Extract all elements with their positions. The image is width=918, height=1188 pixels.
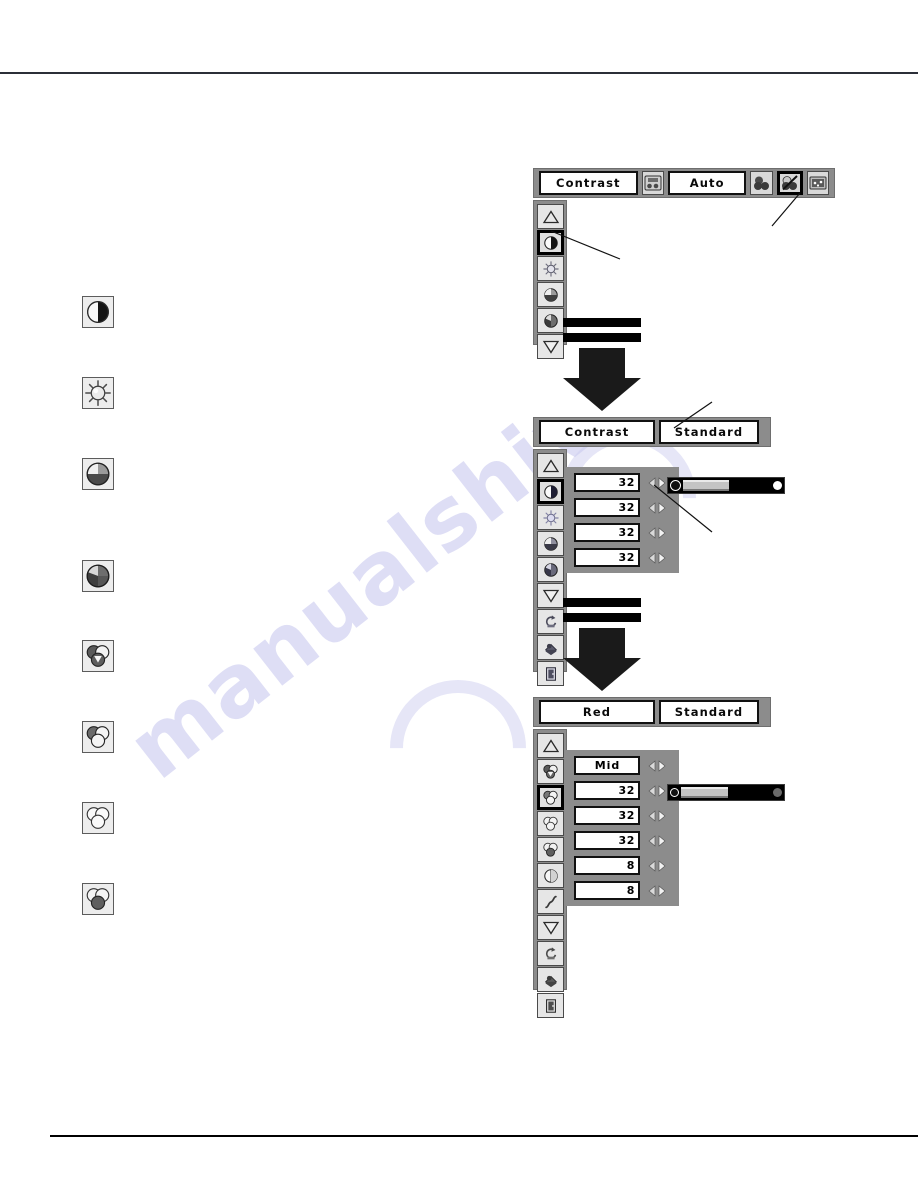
spinner-arrows[interactable] bbox=[646, 784, 668, 798]
blue-value[interactable]: 32 bbox=[574, 831, 640, 850]
table-row: 32 bbox=[574, 806, 671, 825]
white-balance-blue-icon bbox=[86, 807, 110, 829]
slider-left-knob[interactable] bbox=[670, 788, 679, 797]
reset-icon[interactable] bbox=[537, 941, 564, 966]
slider-right-knob[interactable] bbox=[773, 788, 782, 797]
white-balance-icon bbox=[86, 564, 110, 588]
page-footer-rule bbox=[50, 1135, 918, 1137]
spinner-arrows[interactable] bbox=[646, 809, 668, 823]
table-row: 32 bbox=[574, 831, 671, 850]
legend-contrast-icon bbox=[82, 296, 114, 328]
panel3-mode-value: Standard bbox=[659, 700, 759, 724]
red-slider[interactable] bbox=[667, 784, 785, 801]
scroll-down-icon[interactable] bbox=[537, 334, 564, 359]
transition-arrow-2 bbox=[563, 598, 641, 691]
color-temp-icon[interactable] bbox=[537, 531, 564, 556]
white-balance-red-sel-icon[interactable] bbox=[537, 785, 564, 810]
brightness-icon[interactable] bbox=[537, 505, 564, 530]
store-icon[interactable] bbox=[537, 967, 564, 992]
color-temp-icon[interactable] bbox=[537, 282, 564, 307]
legend-brightness-icon bbox=[82, 377, 114, 409]
store-icon[interactable] bbox=[537, 635, 564, 660]
white-balance-blue-icon[interactable] bbox=[537, 837, 564, 862]
white-balance-icon[interactable] bbox=[537, 557, 564, 582]
quit-icon[interactable] bbox=[537, 993, 564, 1018]
table-row: 8 bbox=[574, 856, 671, 875]
quit-icon[interactable] bbox=[537, 661, 564, 686]
watermark-ring-icon bbox=[361, 651, 555, 845]
scroll-up-icon[interactable] bbox=[537, 733, 564, 758]
table-row: 8 bbox=[574, 881, 671, 900]
image-select-icon[interactable] bbox=[641, 171, 664, 195]
table-row: 32 bbox=[574, 781, 671, 800]
scroll-down-icon[interactable] bbox=[537, 915, 564, 940]
panel2-topbar: Contrast Standard bbox=[533, 417, 771, 447]
spinner-arrows[interactable] bbox=[646, 859, 668, 873]
color-temp-value[interactable]: 32 bbox=[574, 523, 640, 542]
page-header-rule bbox=[0, 72, 918, 74]
panel2-spinner-callout bbox=[650, 482, 720, 537]
panel1-title: Contrast bbox=[539, 171, 638, 195]
contrast-icon[interactable] bbox=[537, 479, 564, 504]
panel3-title: Red bbox=[539, 700, 655, 724]
legend-offset-icon bbox=[82, 883, 114, 915]
panel1-rail bbox=[533, 200, 567, 359]
reset-icon[interactable] bbox=[537, 609, 564, 634]
gamma-value[interactable]: 8 bbox=[574, 881, 640, 900]
panel2-title: Contrast bbox=[539, 420, 655, 444]
gamma-icon[interactable] bbox=[537, 889, 564, 914]
panel3-values: Mid 32 32 32 8 8 bbox=[566, 750, 679, 906]
legend-white-balance-green-icon bbox=[82, 721, 114, 753]
panel2-standard-callout bbox=[670, 400, 720, 432]
color-temp-icon bbox=[86, 462, 110, 486]
white-balance-green-icon bbox=[86, 726, 110, 748]
spinner-arrows[interactable] bbox=[646, 551, 668, 565]
panel2-rail bbox=[533, 449, 567, 686]
transition-arrow-1 bbox=[563, 318, 641, 411]
spinner-arrows[interactable] bbox=[646, 759, 668, 773]
brightness-value[interactable]: 32 bbox=[574, 498, 640, 517]
legend-white-balance-icon bbox=[82, 560, 114, 592]
green-value[interactable]: 32 bbox=[574, 806, 640, 825]
white-balance-icon[interactable] bbox=[537, 308, 564, 333]
contrast-value[interactable]: 32 bbox=[574, 473, 640, 492]
offset-icon bbox=[86, 888, 110, 910]
slider-track[interactable] bbox=[681, 787, 771, 798]
scroll-up-icon[interactable] bbox=[537, 453, 564, 478]
table-row: Mid bbox=[574, 756, 671, 775]
legend-color-temp-icon bbox=[82, 458, 114, 490]
scroll-down-icon[interactable] bbox=[537, 583, 564, 608]
contrast-icon bbox=[87, 301, 109, 323]
panel3-rail bbox=[533, 729, 567, 1018]
panel1-contrast-callout bbox=[548, 225, 628, 265]
panel1-mode-value: Auto bbox=[668, 171, 747, 195]
gamma-level-value[interactable]: Mid bbox=[574, 756, 640, 775]
legend-white-balance-blue-icon bbox=[82, 802, 114, 834]
table-row: 32 bbox=[574, 548, 671, 567]
slider-right-knob[interactable] bbox=[773, 481, 782, 490]
panel1-adjust-callout bbox=[770, 190, 815, 230]
white-balance-value[interactable]: 32 bbox=[574, 548, 640, 567]
red-value[interactable]: 32 bbox=[574, 781, 640, 800]
panel3-topbar: Red Standard bbox=[533, 697, 771, 727]
white-balance-red-icon[interactable] bbox=[537, 759, 564, 784]
sharpness-value[interactable]: 8 bbox=[574, 856, 640, 875]
spinner-arrows[interactable] bbox=[646, 884, 668, 898]
white-balance-red-icon bbox=[86, 645, 110, 667]
legend-white-balance-red-icon bbox=[82, 640, 114, 672]
white-balance-green-icon[interactable] bbox=[537, 811, 564, 836]
slider-fill bbox=[681, 787, 728, 798]
brightness-icon bbox=[85, 380, 111, 406]
sharpness-icon[interactable] bbox=[537, 863, 564, 888]
spinner-arrows[interactable] bbox=[646, 834, 668, 848]
